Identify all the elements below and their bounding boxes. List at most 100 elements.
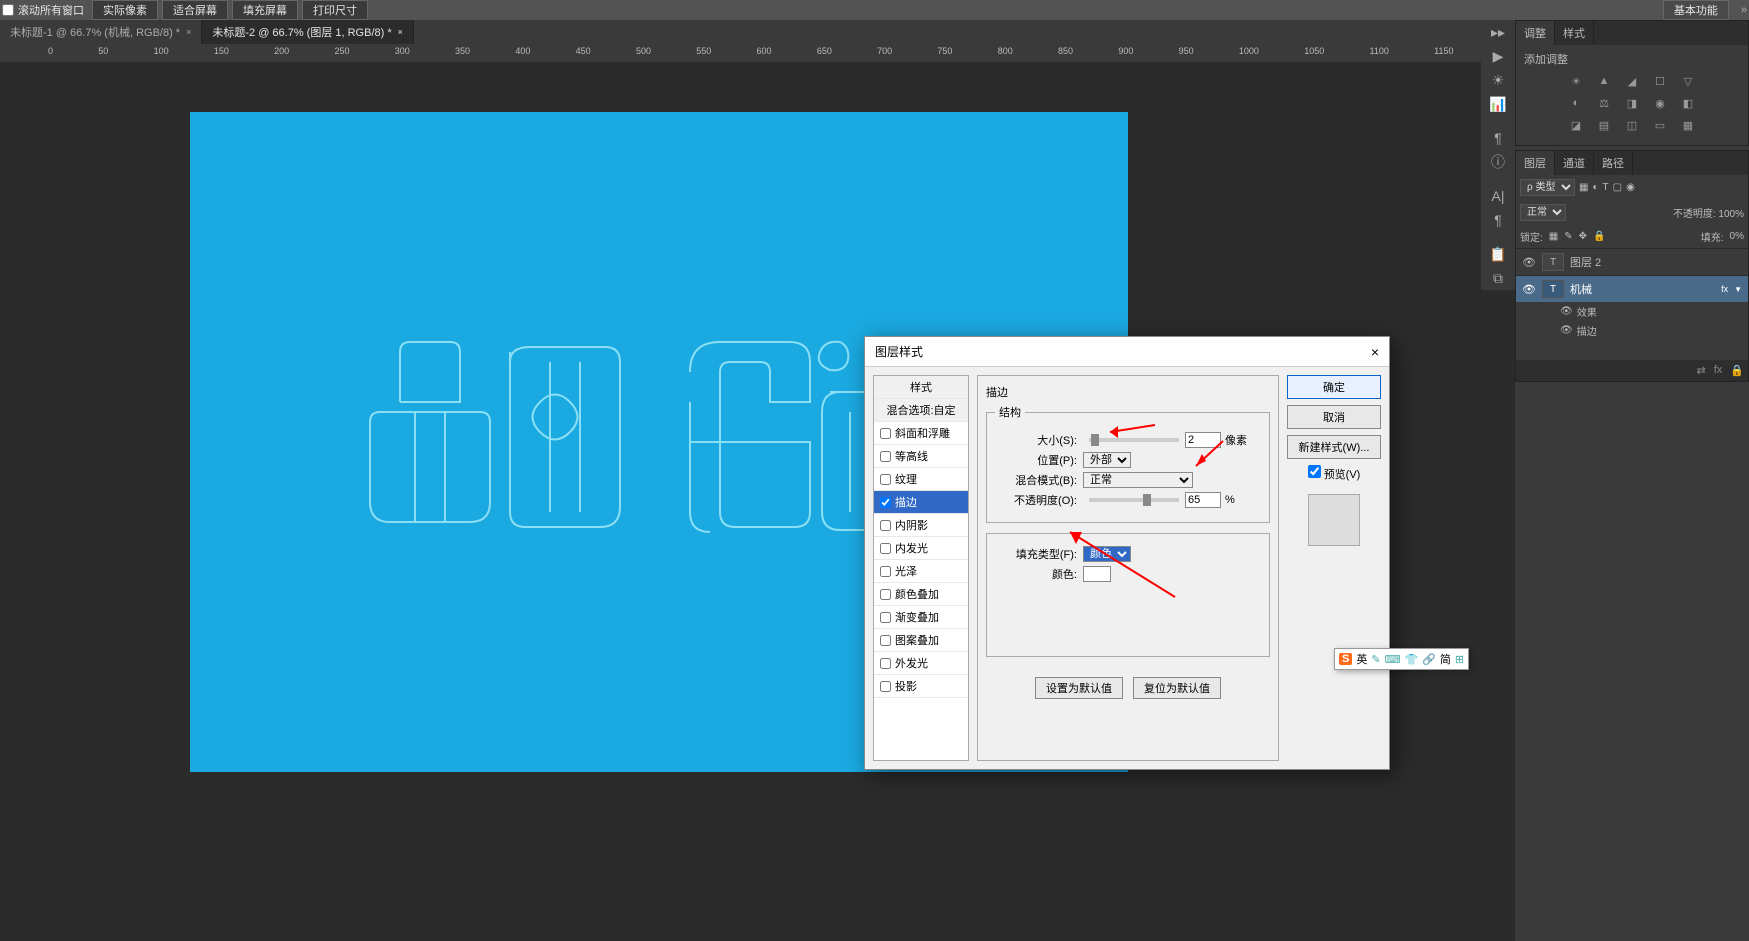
doc-tab-1[interactable]: 未标题-1 @ 66.7% (机械, RGB/8) * × bbox=[0, 20, 202, 44]
curves-adj-icon[interactable]: ◢ bbox=[1622, 73, 1642, 89]
print-size-button[interactable]: 打印尺寸 bbox=[302, 0, 368, 20]
fx-badge[interactable]: fx bbox=[1721, 284, 1728, 294]
satin-item[interactable]: 光泽 bbox=[874, 560, 968, 583]
filter-shape-icon[interactable]: ▢ bbox=[1613, 182, 1622, 193]
gradient-overlay-item[interactable]: 渐变叠加 bbox=[874, 606, 968, 629]
visibility-icon[interactable]: 👁 bbox=[1560, 306, 1573, 317]
tab-adjustments[interactable]: 调整 bbox=[1516, 21, 1555, 45]
tab-layers[interactable]: 图层 bbox=[1516, 151, 1555, 175]
color-overlay-item[interactable]: 颜色叠加 bbox=[874, 583, 968, 606]
size-input[interactable] bbox=[1185, 432, 1221, 448]
opacity-value[interactable]: 100% bbox=[1718, 209, 1744, 220]
paragraph-icon[interactable]: ¶ bbox=[1481, 126, 1515, 150]
invert-adj-icon[interactable]: ◪ bbox=[1566, 117, 1586, 133]
ime-mode[interactable]: 简 bbox=[1440, 651, 1451, 667]
pattern-overlay-item[interactable]: 图案叠加 bbox=[874, 629, 968, 652]
hue-adj-icon[interactable]: ◐ bbox=[1566, 95, 1586, 111]
fill-value[interactable]: 0% bbox=[1730, 231, 1744, 242]
tab-channels[interactable]: 通道 bbox=[1555, 151, 1594, 175]
fill-type-select[interactable]: 颜色 bbox=[1083, 546, 1131, 562]
ime-pencil-icon[interactable]: ✎ bbox=[1371, 653, 1380, 666]
gradient-map-adj-icon[interactable]: ▭ bbox=[1650, 117, 1670, 133]
layer-filter-select[interactable]: ρ 类型 bbox=[1520, 179, 1575, 196]
ok-button[interactable]: 确定 bbox=[1287, 375, 1381, 399]
close-icon[interactable]: × bbox=[398, 27, 403, 37]
lock-paint-icon[interactable]: ✎ bbox=[1564, 231, 1572, 242]
actual-pixels-button[interactable]: 实际像素 bbox=[92, 0, 158, 20]
bw-adj-icon[interactable]: ◨ bbox=[1622, 95, 1642, 111]
inner-shadow-item[interactable]: 内阴影 bbox=[874, 514, 968, 537]
inner-glow-item[interactable]: 内发光 bbox=[874, 537, 968, 560]
filter-adj-icon[interactable]: ◐ bbox=[1592, 182, 1598, 193]
tab-paths[interactable]: 路径 bbox=[1594, 151, 1633, 175]
doc-tab-2[interactable]: 未标题-2 @ 66.7% (图层 1, RGB/8) * × bbox=[202, 20, 414, 44]
visibility-icon[interactable]: 👁 bbox=[1522, 256, 1536, 269]
link-icon[interactable]: ⇄ bbox=[1697, 364, 1706, 377]
filter-text-icon[interactable]: T bbox=[1603, 182, 1609, 193]
scroll-all-windows-checkbox[interactable]: 滚动所有窗口 bbox=[2, 2, 84, 18]
layer-row-text[interactable]: 👁 T 机械 fx ▼ bbox=[1516, 275, 1748, 302]
ime-shirt-icon[interactable]: 👕 bbox=[1404, 653, 1418, 666]
history-icon[interactable]: ▸▸ bbox=[1481, 20, 1515, 44]
selective-adj-icon[interactable]: ▦ bbox=[1678, 117, 1698, 133]
fx-effects-row[interactable]: 👁 效果 bbox=[1516, 302, 1748, 321]
character-icon[interactable]: A| bbox=[1481, 184, 1515, 208]
tab-styles[interactable]: 样式 bbox=[1555, 21, 1594, 45]
workspace-button[interactable]: 基本功能 bbox=[1663, 0, 1729, 20]
opacity-input[interactable] bbox=[1185, 492, 1221, 508]
photo-filter-adj-icon[interactable]: ◉ bbox=[1650, 95, 1670, 111]
reset-default-button[interactable]: 复位为默认值 bbox=[1133, 677, 1221, 699]
mixer-adj-icon[interactable]: ◧ bbox=[1678, 95, 1698, 111]
blend-mode-select[interactable]: 正常 bbox=[1520, 204, 1566, 221]
position-select[interactable]: 外部 bbox=[1083, 452, 1131, 468]
balance-adj-icon[interactable]: ⚖ bbox=[1594, 95, 1614, 111]
scroll-all-checkbox-input[interactable] bbox=[2, 4, 14, 16]
close-icon[interactable]: × bbox=[1371, 344, 1379, 360]
blend-options-item[interactable]: 混合选项:自定 bbox=[874, 399, 968, 422]
filter-pixel-icon[interactable]: ▦ bbox=[1579, 182, 1588, 193]
info-icon[interactable]: ⓘ bbox=[1481, 150, 1515, 174]
layer-row-layer2[interactable]: 👁 T 图层 2 bbox=[1516, 248, 1748, 275]
brightness-adj-icon[interactable]: ☀ bbox=[1566, 73, 1586, 89]
paragraph2-icon[interactable]: ¶ bbox=[1481, 208, 1515, 232]
size-slider[interactable] bbox=[1089, 438, 1179, 442]
menu-chevrons-icon[interactable]: » bbox=[1741, 4, 1747, 16]
outer-glow-item[interactable]: 外发光 bbox=[874, 652, 968, 675]
lock-all-icon[interactable]: 🔒 bbox=[1593, 231, 1605, 242]
drop-shadow-item[interactable]: 投影 bbox=[874, 675, 968, 698]
brightness-icon[interactable]: ☀ bbox=[1481, 68, 1515, 92]
bevel-item[interactable]: 斜面和浮雕 bbox=[874, 422, 968, 445]
notes-icon[interactable]: 📋 bbox=[1481, 242, 1515, 266]
visibility-icon[interactable]: 👁 bbox=[1560, 325, 1573, 336]
histogram-icon[interactable]: 📊 bbox=[1481, 92, 1515, 116]
ime-toolbar[interactable]: S 英 ✎ ⌨ 👕 🔗 简 ⊞ bbox=[1334, 648, 1469, 670]
chevron-down-icon[interactable]: ▼ bbox=[1734, 285, 1742, 294]
styles-header[interactable]: 样式 bbox=[874, 376, 968, 399]
stroke-item[interactable]: 描边 bbox=[874, 491, 968, 514]
threshold-adj-icon[interactable]: ◫ bbox=[1622, 117, 1642, 133]
cancel-button[interactable]: 取消 bbox=[1287, 405, 1381, 429]
clone-icon[interactable]: ⧉ bbox=[1481, 266, 1515, 290]
levels-adj-icon[interactable]: ▲ bbox=[1594, 73, 1614, 89]
close-icon[interactable]: × bbox=[186, 27, 191, 37]
texture-item[interactable]: 纹理 bbox=[874, 468, 968, 491]
preview-checkbox[interactable]: 预览(V) bbox=[1287, 465, 1381, 482]
ime-keyboard-icon[interactable]: ⌨ bbox=[1385, 653, 1401, 666]
set-default-button[interactable]: 设置为默认值 bbox=[1035, 677, 1123, 699]
lock-trans-icon[interactable]: ▦ bbox=[1549, 231, 1558, 242]
opacity-slider[interactable] bbox=[1089, 498, 1179, 502]
blend-mode-select[interactable]: 正常 bbox=[1083, 472, 1193, 488]
ime-lang[interactable]: 英 bbox=[1356, 651, 1367, 667]
exposure-adj-icon[interactable]: ☐ bbox=[1650, 73, 1670, 89]
new-style-button[interactable]: 新建样式(W)... bbox=[1287, 435, 1381, 459]
visibility-icon[interactable]: 👁 bbox=[1522, 283, 1536, 296]
posterize-adj-icon[interactable]: ▤ bbox=[1594, 117, 1614, 133]
ime-menu-icon[interactable]: ⊞ bbox=[1455, 653, 1464, 666]
fx-add-icon[interactable]: fx bbox=[1714, 364, 1723, 377]
dialog-titlebar[interactable]: 图层样式 × bbox=[865, 337, 1389, 367]
lock-move-icon[interactable]: ✥ bbox=[1579, 231, 1587, 242]
fx-stroke-row[interactable]: 👁 描边 bbox=[1516, 321, 1748, 340]
vibrance-adj-icon[interactable]: ▽ bbox=[1678, 73, 1698, 89]
lock-footer-icon[interactable]: 🔒 bbox=[1730, 364, 1744, 377]
actions-play-icon[interactable]: ▶ bbox=[1481, 44, 1515, 68]
